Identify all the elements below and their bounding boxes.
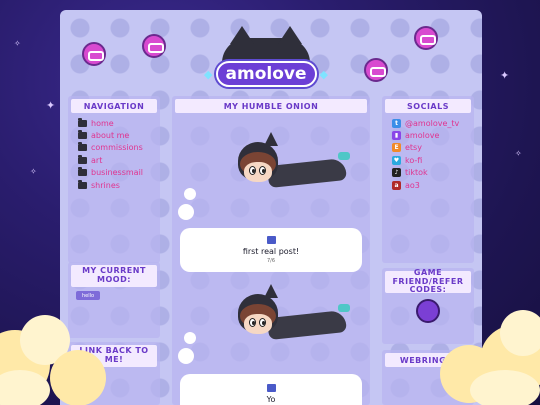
- main-panel: MY HUMBLE ONION first real post! 7/6 Yo: [172, 96, 370, 405]
- character-foot: [338, 304, 350, 312]
- twitter-icon: t: [392, 118, 401, 128]
- eye-icon: [259, 318, 266, 327]
- post-title: first real post!: [242, 247, 300, 256]
- eye-icon: [249, 318, 256, 327]
- site-frame: ◆ amolove ◆ NAVIGATION home about me com…: [60, 10, 482, 405]
- social-label: ko-fi: [405, 155, 423, 165]
- star-icon: ✧: [515, 149, 522, 158]
- cloud-decoration: [470, 370, 540, 405]
- eye-icon: [249, 166, 256, 175]
- post-icon: [266, 384, 276, 392]
- header-banner: ◆ amolove ◆: [60, 10, 482, 96]
- nav-item-label: businessmail: [91, 168, 144, 178]
- post-date: 7/6: [266, 258, 276, 264]
- mood-badge: hello: [76, 291, 100, 300]
- nav-item-label: home: [91, 118, 114, 128]
- star-icon: ✧: [30, 167, 37, 176]
- thought-dot: [184, 332, 196, 344]
- cloud-decoration: [500, 310, 540, 356]
- main-title: MY HUMBLE ONION: [175, 99, 367, 113]
- character-body: [267, 157, 347, 189]
- etsy-icon: E: [392, 143, 401, 153]
- nav-item-home[interactable]: home: [78, 117, 150, 129]
- kofi-icon: ♥: [392, 155, 401, 165]
- mood-panel: MY CURRENT MOOD: hello: [68, 262, 160, 338]
- character-foot: [338, 152, 350, 160]
- character-face: [244, 162, 272, 182]
- ao3-icon: a: [392, 180, 401, 190]
- social-link-etsy[interactable]: Eetsy: [392, 142, 464, 154]
- tiktok-icon: ♪: [392, 168, 401, 178]
- panel-title: NAVIGATION: [71, 99, 157, 113]
- social-link-twitch[interactable]: ▮ amolove: [392, 129, 464, 141]
- thought-dot: [184, 188, 196, 200]
- sparkle-icon: ◆: [204, 67, 213, 81]
- folder-icon: [78, 117, 87, 127]
- social-link-kofi[interactable]: ♥ ko-fi: [392, 154, 464, 166]
- logo-text: amolove: [215, 61, 317, 87]
- nav-item-art[interactable]: art: [78, 154, 150, 166]
- star-icon: ✦: [500, 69, 510, 82]
- social-label: etsy: [405, 143, 422, 153]
- nav-list: home about me commissions art businessma…: [68, 117, 160, 191]
- navigation-panel: NAVIGATION home about me commissions art…: [68, 96, 160, 263]
- social-link-tiktok[interactable]: ♪ tiktok: [392, 167, 464, 179]
- avatar-icon: [142, 34, 166, 58]
- thought-dot: [178, 204, 194, 220]
- social-list: t @amolove_tv ▮ amolove Eetsy ♥ ko-fi ♪ tikt…: [382, 117, 474, 191]
- star-icon: ✦: [46, 99, 56, 112]
- game-character-icon[interactable]: [416, 299, 440, 323]
- folder-icon: [78, 130, 87, 140]
- nav-item-label: about me: [91, 131, 130, 141]
- post-icon: [266, 236, 276, 244]
- sparkle-icon: ◆: [319, 67, 328, 81]
- site-logo[interactable]: ◆ amolove ◆: [204, 60, 328, 88]
- social-link-ao3[interactable]: a ao3: [392, 179, 464, 191]
- folder-icon: [78, 167, 87, 177]
- nav-item-commissions[interactable]: commissions: [78, 142, 150, 154]
- social-label: tiktok: [405, 168, 428, 178]
- folder-icon: [78, 142, 87, 152]
- twitch-icon: ▮: [392, 131, 401, 141]
- friend-codes-panel: GAME FRIEND/REFER CODES:: [382, 268, 474, 344]
- folder-icon: [78, 179, 87, 189]
- social-label: @amolove_tv: [405, 118, 460, 128]
- character-illustration: [196, 284, 356, 362]
- social-label: amolove: [405, 131, 440, 141]
- star-icon: ✧: [14, 39, 21, 48]
- post-title: Yo: [266, 395, 276, 404]
- folder-icon: [78, 154, 87, 164]
- social-label: ao3: [405, 180, 420, 190]
- nav-item-label: commissions: [91, 143, 143, 153]
- nav-item-label: shrines: [91, 180, 120, 190]
- avatar-icon: [364, 58, 388, 82]
- panel-title: SOCIALS: [385, 99, 471, 113]
- nav-item-about-me[interactable]: about me: [78, 129, 150, 141]
- character-illustration: [196, 132, 356, 210]
- nav-item-label: art: [91, 155, 103, 165]
- post-card[interactable]: first real post! 7/6: [180, 228, 362, 272]
- eye-icon: [259, 166, 266, 175]
- social-link-twitter[interactable]: t @amolove_tv: [392, 117, 464, 129]
- cloud-decoration: [50, 350, 106, 405]
- panel-title: MY CURRENT MOOD:: [71, 265, 157, 287]
- character-body: [267, 309, 347, 341]
- nav-item-businessmail[interactable]: businessmail: [78, 167, 150, 179]
- avatar-icon: [82, 42, 106, 66]
- nav-item-shrines[interactable]: shrines: [78, 179, 150, 191]
- post-card[interactable]: Yo: [180, 374, 362, 405]
- thought-dot: [178, 348, 194, 364]
- panel-title: GAME FRIEND/REFER CODES:: [385, 268, 471, 294]
- avatar-icon: [414, 26, 438, 50]
- character-face: [244, 314, 272, 334]
- socials-panel: SOCIALS t @amolove_tv ▮ amolove Eetsy ♥ ko-…: [382, 96, 474, 263]
